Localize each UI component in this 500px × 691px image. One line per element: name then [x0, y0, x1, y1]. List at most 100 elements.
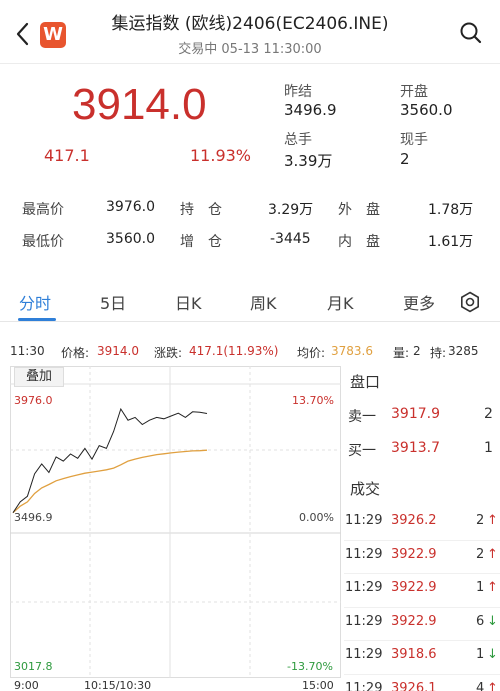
trade-price: 3922.9 [391, 580, 437, 595]
current-volume-label: 现手 [400, 132, 428, 148]
hold-label: 持 仓 [180, 202, 222, 218]
low-label: 最低价 [22, 234, 64, 250]
active-tab-indicator [18, 318, 56, 321]
low-value: 3560.0 [106, 231, 155, 247]
trade-volume: 4 [476, 681, 485, 691]
trade-price: 3926.1 [391, 681, 437, 691]
outer-value: 1.78万 [428, 202, 474, 218]
tab-daily-k[interactable]: 日K [175, 290, 202, 314]
trade-price: 3926.2 [391, 513, 437, 528]
hold-value: 3.29万 [268, 202, 314, 218]
open-value: 3560.0 [400, 101, 453, 119]
info-avg: 3783.6 [331, 344, 373, 358]
orderbook-sell-row: 卖一 3917.9 2 [344, 406, 500, 426]
tab-weekly-k[interactable]: 周K [250, 290, 277, 314]
trade-time: 11:29 [345, 614, 383, 629]
info-vol: 2 [413, 344, 421, 358]
pct-axis-mid-label: 0.00% [299, 511, 334, 524]
increase-label: 增 仓 [180, 234, 222, 250]
tab-more[interactable]: 更多 [403, 290, 435, 314]
x-axis-label-start: 9:00 [14, 679, 39, 691]
pct-axis-top-label: 13.70% [292, 394, 334, 407]
trade-price: 3922.9 [391, 614, 437, 629]
info-vol-label: 量: [393, 346, 410, 360]
last-price: 3914.0 [72, 80, 207, 129]
info-avg-label: 均价: [297, 346, 326, 360]
tab-5day[interactable]: 5日 [100, 290, 126, 314]
trade-time: 11:29 [345, 547, 383, 562]
orderbook-title: 盘口 [350, 373, 381, 391]
trade-time: 11:29 [345, 513, 383, 528]
sell-volume: 2 [484, 406, 493, 422]
sell-price: 3917.9 [391, 406, 440, 422]
trade-volume: 2 [476, 547, 485, 562]
trade-price: 3922.9 [391, 547, 437, 562]
trade-volume: 1 [476, 580, 485, 595]
price-change-percent: 11.93% [190, 146, 252, 165]
prev-settle-value: 3496.9 [284, 101, 337, 119]
trade-divider [344, 640, 500, 641]
total-volume-label: 总手 [284, 132, 312, 148]
inner-value: 1.61万 [428, 234, 474, 250]
trade-row: 11:29 3922.9 1 ↑ [344, 580, 500, 600]
buy-volume: 1 [484, 440, 493, 456]
down-arrow-icon: ↓ [487, 614, 498, 629]
inner-label: 内 盘 [338, 234, 380, 250]
increase-value: -3445 [270, 231, 311, 247]
trade-row: 11:29 3918.6 1 ↓ [344, 647, 500, 667]
up-arrow-icon: ↑ [487, 580, 498, 595]
trade-row: 11:29 3926.2 2 ↑ [344, 513, 500, 533]
trade-time: 11:29 [345, 580, 383, 595]
trade-time: 11:29 [345, 681, 383, 691]
up-arrow-icon: ↑ [487, 547, 498, 562]
y-axis-bottom-label: 3017.8 [14, 660, 53, 673]
info-price: 3914.0 [97, 344, 139, 358]
high-label: 最高价 [22, 202, 64, 218]
current-volume-value: 2 [400, 150, 410, 168]
info-change-label: 涨跌: [154, 346, 183, 360]
pct-axis-bottom-label: -13.70% [287, 660, 333, 673]
tab-monthly-k[interactable]: 月K [327, 290, 354, 314]
orderbook-buy-row: 买一 3913.7 1 [344, 440, 500, 460]
down-arrow-icon: ↓ [487, 647, 498, 662]
sell-label: 卖一 [348, 409, 376, 425]
trade-volume: 6 [476, 614, 485, 629]
trade-divider [344, 607, 500, 608]
header-bar: W 集运指数 (欧线)2406(EC2406.INE) 交易中 05-13 11… [0, 0, 500, 64]
search-icon[interactable] [458, 20, 484, 46]
settings-gear-icon[interactable] [459, 291, 483, 315]
trading-status-subtitle: 交易中 05-13 11:30:00 [178, 42, 322, 57]
info-change: 417.1(11.93%) [189, 344, 279, 358]
trades-title: 成交 [350, 480, 381, 498]
trade-row: 11:29 3922.9 6 ↓ [344, 614, 500, 634]
overlay-button[interactable]: 叠加 [14, 367, 64, 387]
info-time: 11:30 [10, 344, 45, 358]
info-hold-label: 持: [430, 346, 447, 360]
trade-row: 11:29 3922.9 2 ↑ [344, 547, 500, 567]
x-axis-label-break: 10:15/10:30 [84, 679, 152, 691]
trade-divider [344, 674, 500, 675]
buy-price: 3913.7 [391, 440, 440, 456]
crosshair-info-line: 11:30 价格: 3914.0 涨跌: 417.1(11.93%) 均价: 3… [0, 344, 500, 362]
y-axis-top-label: 3976.0 [14, 394, 53, 407]
info-hold: 3285 [448, 344, 479, 358]
buy-label: 买一 [348, 443, 376, 459]
tab-intraday[interactable]: 分时 [19, 290, 51, 314]
outer-label: 外 盘 [338, 202, 380, 218]
chart-tabs: 分时 5日 日K 周K 月K 更多 [0, 282, 500, 322]
up-arrow-icon: ↑ [487, 681, 498, 691]
price-change: 417.1 [44, 146, 90, 165]
info-price-label: 价格: [61, 346, 90, 360]
trade-volume: 2 [476, 513, 485, 528]
intraday-chart[interactable] [10, 366, 341, 678]
trade-divider [344, 573, 500, 574]
trade-divider [344, 540, 500, 541]
x-axis-label-end: 15:00 [302, 679, 334, 691]
prev-settle-label: 昨结 [284, 84, 312, 100]
up-arrow-icon: ↑ [487, 513, 498, 528]
trade-price: 3918.6 [391, 647, 437, 662]
trade-volume: 1 [476, 647, 485, 662]
page-title: 集运指数 (欧线)2406(EC2406.INE) [111, 14, 389, 34]
high-value: 3976.0 [106, 199, 155, 215]
y-axis-mid-label: 3496.9 [14, 511, 53, 524]
